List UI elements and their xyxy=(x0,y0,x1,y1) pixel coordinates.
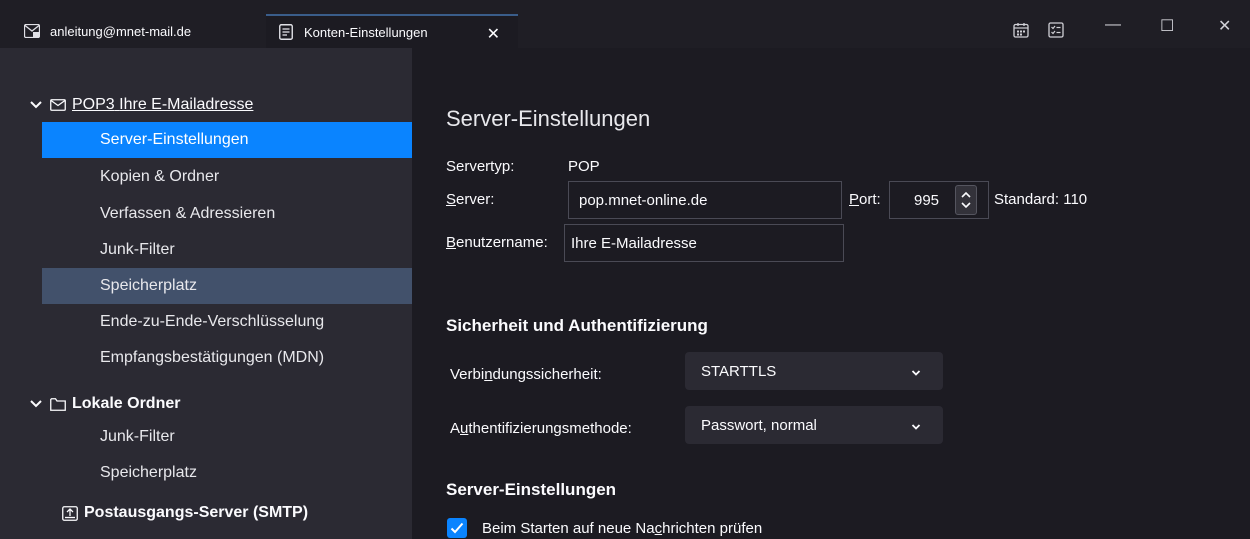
tab-mail-account[interactable]: anleitung@mnet-mail.de xyxy=(0,14,260,48)
servertype-value: POP xyxy=(568,158,600,175)
account-local-folders[interactable]: Lokale Ordner xyxy=(30,391,180,417)
auth-method-label: Authentifizierungsmethode: xyxy=(450,420,632,437)
calendar-icon[interactable] xyxy=(1013,22,1029,43)
tab-account-settings[interactable]: Konten-Einstellungen ✕ xyxy=(266,14,518,48)
server-label: Server: xyxy=(446,191,495,208)
sidebar-item-e2e-encryption[interactable]: Ende-zu-Ende-Verschlüsselung xyxy=(42,304,412,340)
chevron-down-icon[interactable] xyxy=(30,101,46,109)
document-icon xyxy=(278,24,294,40)
check-new-messages-label[interactable]: Beim Starten auf neue Nachrichten prüfen xyxy=(482,520,762,537)
minimize-button[interactable]: — xyxy=(1105,16,1121,34)
chevron-down-icon xyxy=(911,418,921,435)
account-sidebar: POP3 Ihre E-Mailadresse Server-Einstellu… xyxy=(0,48,412,539)
sidebar-item-local-disk-space[interactable]: Speicherplatz xyxy=(42,455,412,491)
page-title: Server-Einstellungen xyxy=(446,106,651,131)
auth-method-select[interactable]: Passwort, normal xyxy=(685,406,943,444)
chevron-down-icon[interactable] xyxy=(30,400,46,408)
title-bar: anleitung@mnet-mail.de Konten-Einstellun… xyxy=(0,0,1250,48)
sidebar-item-server-settings[interactable]: Server-Einstellungen xyxy=(42,122,412,158)
server-settings-heading: Server-Einstellungen xyxy=(446,480,617,499)
settings-panel: Server-Einstellungen Servertyp: POP Serv… xyxy=(412,48,1250,539)
port-label: Port: xyxy=(849,191,881,208)
servertype-label: Servertyp: xyxy=(446,158,515,175)
port-default: Standard: 110 xyxy=(994,191,1088,208)
maximize-button[interactable]: ☐ xyxy=(1160,16,1174,36)
sidebar-item-composition[interactable]: Verfassen & Adressieren xyxy=(42,196,412,232)
account-name: POP3 Ihre E-Mailadresse xyxy=(72,96,254,113)
port-stepper[interactable] xyxy=(955,185,977,215)
sidebar-item-copies-folders[interactable]: Kopien & Ordner xyxy=(42,159,412,195)
tasks-icon[interactable] xyxy=(1048,22,1064,43)
account-pop3[interactable]: POP3 Ihre E-Mailadresse xyxy=(30,92,253,118)
sidebar-item-receipts[interactable]: Empfangsbestätigungen (MDN) xyxy=(42,340,412,376)
chevron-down-icon xyxy=(911,364,921,381)
security-heading: Sicherheit und Authentifizierung xyxy=(446,316,708,335)
sidebar-item-disk-space[interactable]: Speicherplatz xyxy=(42,268,412,304)
server-field[interactable]: pop.mnet-online.de xyxy=(568,181,842,219)
close-window-button[interactable]: ✕ xyxy=(1218,16,1231,36)
tab-label: anleitung@mnet-mail.de xyxy=(50,23,192,39)
sidebar-item-local-junk-filter[interactable]: Junk-Filter xyxy=(42,419,412,455)
mail-icon xyxy=(50,99,66,111)
tab-label: Konten-Einstellungen xyxy=(304,24,428,40)
sidebar-item-smtp[interactable]: Postausgangs-Server (SMTP) xyxy=(62,500,308,526)
username-field[interactable]: Ihre E-Mailadresse xyxy=(564,224,844,262)
connection-security-label: Verbindungssicherheit: xyxy=(450,366,602,383)
outgoing-server-icon xyxy=(62,505,78,521)
sidebar-item-junk-filter[interactable]: Junk-Filter xyxy=(42,232,412,268)
close-tab-icon[interactable]: ✕ xyxy=(487,24,500,44)
folder-icon xyxy=(50,397,66,411)
username-label: Benutzername: xyxy=(446,234,548,251)
connection-security-select[interactable]: STARTTLS xyxy=(685,352,943,390)
check-new-messages-checkbox[interactable] xyxy=(447,518,467,538)
mail-account-icon xyxy=(24,23,40,39)
